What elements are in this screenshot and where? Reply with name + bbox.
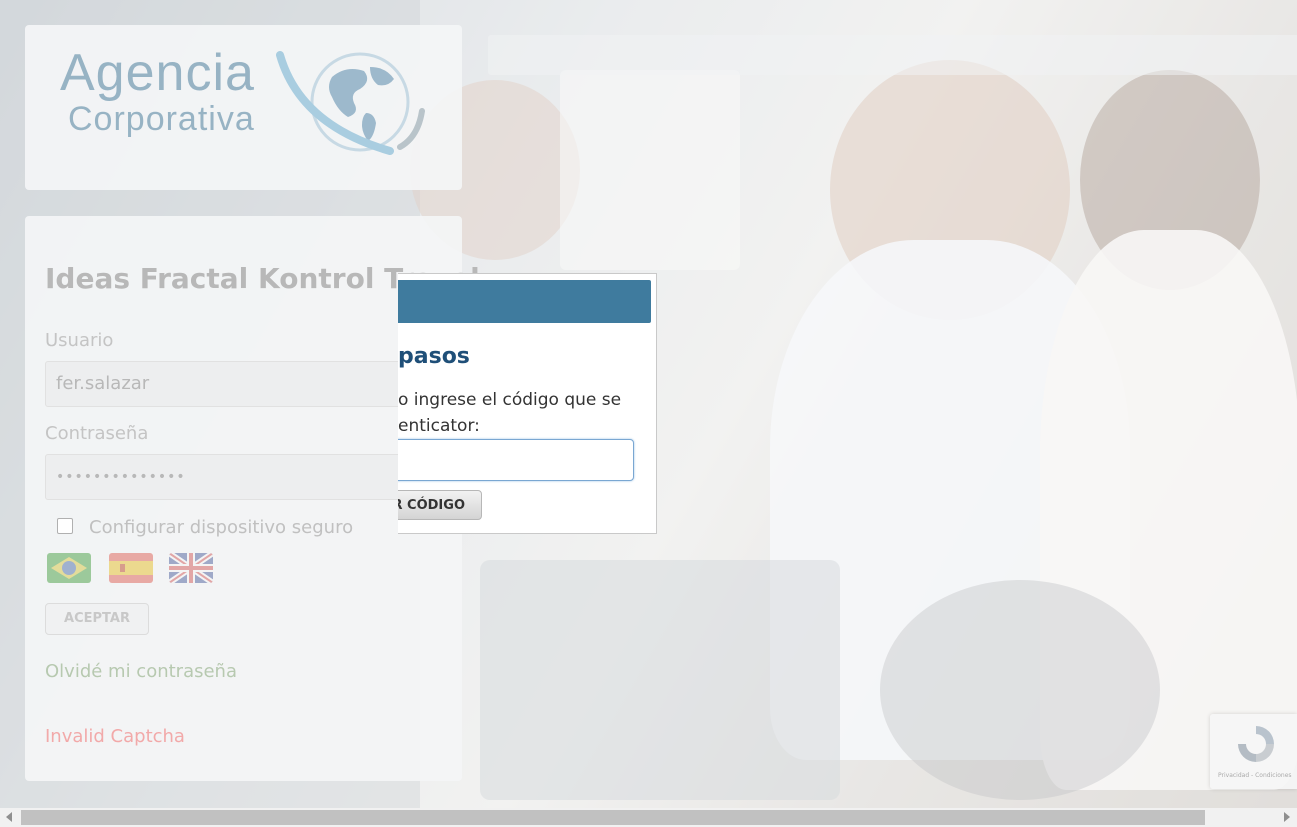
secure-device-label: Configurar dispositivo seguro: [89, 517, 354, 538]
spain-flag-icon[interactable]: [109, 553, 153, 583]
scrollbar-thumb[interactable]: [21, 810, 1205, 825]
modal-instructions: o ingrese el código que se enticator:: [398, 387, 656, 439]
forgot-password-link[interactable]: Olvidé mi contraseña: [45, 661, 237, 682]
two-step-modal: pasos o ingrese el código que se enticat…: [398, 273, 657, 534]
user-label: Usuario: [45, 330, 114, 351]
horizontal-scrollbar[interactable]: [0, 808, 1297, 827]
scroll-right-icon[interactable]: [1284, 812, 1290, 822]
recaptcha-badge[interactable]: Privacidad - Condiciones: [1210, 714, 1297, 789]
uk-flag-icon[interactable]: [169, 553, 213, 583]
login-card: Ideas Fractal Kontrol Travel Usuario fer…: [25, 216, 480, 781]
modal-text-line1: o ingrese el código que se: [398, 390, 622, 410]
logo-card: Agencia Corporativa: [25, 25, 462, 190]
captcha-error: Invalid Captcha: [45, 726, 185, 747]
password-label: Contraseña: [45, 423, 149, 444]
recaptcha-links[interactable]: Privacidad - Condiciones: [1218, 772, 1292, 779]
modal-text-line2: enticator:: [398, 416, 480, 436]
code-input[interactable]: [398, 439, 634, 481]
modal-header: [398, 280, 651, 323]
password-input[interactable]: ••••••••••••••: [45, 454, 445, 500]
logo: Agencia Corporativa: [60, 47, 255, 139]
brazil-flag-icon[interactable]: [47, 553, 91, 583]
top-bar: [488, 35, 1297, 75]
user-input[interactable]: fer.salazar: [45, 361, 445, 407]
logo-line1: Agencia: [60, 44, 255, 102]
globe-logo-icon: [276, 51, 425, 155]
scroll-left-icon[interactable]: [6, 812, 12, 822]
recaptcha-icon: [1238, 726, 1274, 762]
modal-title: pasos: [398, 344, 470, 369]
secure-device-checkbox[interactable]: [57, 518, 73, 534]
verify-code-button[interactable]: R CÓDIGO: [398, 490, 482, 520]
logo-line2: Corporativa: [68, 100, 255, 138]
accept-button[interactable]: ACEPTAR: [45, 603, 149, 635]
